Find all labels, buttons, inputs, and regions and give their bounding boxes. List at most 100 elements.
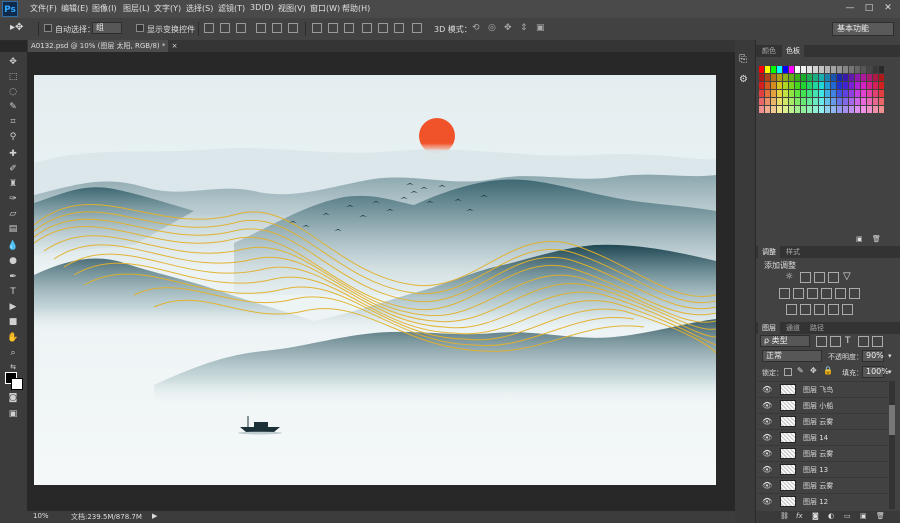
- color-swatch[interactable]: [777, 66, 782, 73]
- selective-color-icon[interactable]: [828, 304, 839, 315]
- color-swatch[interactable]: [777, 98, 782, 105]
- blend-mode-dropdown[interactable]: 正常: [762, 350, 822, 362]
- color-swatch[interactable]: [843, 106, 848, 113]
- menu-view[interactable]: 视图(V): [278, 3, 306, 14]
- hue-saturation-icon[interactable]: [779, 288, 790, 299]
- align-left-icon[interactable]: [256, 23, 266, 33]
- color-swatch[interactable]: [861, 98, 866, 105]
- invert-icon[interactable]: [786, 304, 797, 315]
- color-swatch[interactable]: [795, 90, 800, 97]
- visibility-eye-icon[interactable]: 👁: [762, 385, 772, 394]
- color-swatch[interactable]: [765, 82, 770, 89]
- color-swatch[interactable]: [843, 82, 848, 89]
- color-balance-icon[interactable]: [793, 288, 804, 299]
- color-swatch[interactable]: [879, 90, 884, 97]
- 3d-scale-icon[interactable]: ▣: [536, 23, 545, 33]
- color-swatch[interactable]: [813, 90, 818, 97]
- color-swatch[interactable]: [843, 98, 848, 105]
- color-swatch[interactable]: [855, 90, 860, 97]
- color-swatch[interactable]: [789, 74, 794, 81]
- color-swatch[interactable]: [873, 98, 878, 105]
- marquee-tool-icon[interactable]: ⬚: [6, 71, 20, 83]
- color-swatch[interactable]: [777, 82, 782, 89]
- color-swatch[interactable]: [855, 74, 860, 81]
- color-swatch[interactable]: [879, 74, 884, 81]
- layer-mask-icon[interactable]: ◙: [812, 512, 819, 520]
- color-swatch[interactable]: [849, 98, 854, 105]
- color-swatch[interactable]: [819, 90, 824, 97]
- close-tab-icon[interactable]: ×: [172, 42, 178, 50]
- tab-channels[interactable]: 通道: [782, 322, 804, 334]
- menu-edit[interactable]: 编辑(E): [61, 3, 88, 14]
- color-swatch[interactable]: [777, 90, 782, 97]
- type-tool-icon[interactable]: T: [6, 286, 20, 298]
- filter-shape-icon[interactable]: [858, 336, 869, 347]
- adjustment-layer-icon[interactable]: ◐: [828, 512, 834, 520]
- color-swatch[interactable]: [807, 82, 812, 89]
- color-swatch[interactable]: [837, 66, 842, 73]
- color-swatch[interactable]: [855, 98, 860, 105]
- 3d-rotate-icon[interactable]: ⟲: [472, 23, 480, 33]
- document-tab[interactable]: A0132.psd @ 10% (图层 太阳, RGB/8) * ×: [28, 40, 177, 52]
- delete-layer-icon[interactable]: 🗑: [876, 512, 885, 520]
- color-swatch[interactable]: [837, 82, 842, 89]
- tab-layers[interactable]: 图层: [758, 322, 780, 334]
- lock-position-icon[interactable]: ✥: [810, 366, 817, 375]
- color-swatch[interactable]: [771, 74, 776, 81]
- color-swatch[interactable]: [801, 82, 806, 89]
- color-swatch[interactable]: [879, 66, 884, 73]
- lasso-tool-icon[interactable]: ◌: [6, 86, 20, 98]
- color-swatch[interactable]: [795, 82, 800, 89]
- color-swatch[interactable]: [831, 66, 836, 73]
- color-swatch[interactable]: [879, 82, 884, 89]
- color-swatch[interactable]: [813, 106, 818, 113]
- color-swatch[interactable]: [783, 74, 788, 81]
- layer-style-icon[interactable]: fx: [796, 512, 803, 520]
- workspace-dropdown[interactable]: 基本功能: [832, 22, 894, 36]
- menu-filter[interactable]: 滤镜(T): [218, 3, 245, 14]
- filter-pixel-icon[interactable]: [816, 336, 827, 347]
- color-swatch[interactable]: [807, 90, 812, 97]
- delete-swatch-icon[interactable]: 🗑: [872, 235, 881, 243]
- color-swatch[interactable]: [855, 66, 860, 73]
- tab-adjustments[interactable]: 调整: [758, 246, 780, 258]
- move-tool-icon[interactable]: ✥: [6, 56, 20, 68]
- layer-row[interactable]: 👁 图层 飞鸟: [758, 381, 888, 397]
- visibility-eye-icon[interactable]: 👁: [762, 433, 772, 442]
- color-swatch[interactable]: [861, 106, 866, 113]
- zoom-tool-icon[interactable]: ⌕: [6, 347, 20, 359]
- hand-tool-icon[interactable]: ✋: [6, 332, 20, 344]
- color-swatch[interactable]: [759, 82, 764, 89]
- color-swatch[interactable]: [771, 90, 776, 97]
- color-swatch[interactable]: [759, 90, 764, 97]
- color-swatch[interactable]: [837, 90, 842, 97]
- fill-dropdown-arrow-icon[interactable]: ▾: [888, 368, 892, 376]
- color-swatch[interactable]: [849, 106, 854, 113]
- color-swatch[interactable]: [807, 74, 812, 81]
- color-swatch[interactable]: [867, 90, 872, 97]
- color-swatch[interactable]: [801, 74, 806, 81]
- color-swatch[interactable]: [789, 106, 794, 113]
- brightness-icon[interactable]: ☼: [785, 272, 793, 282]
- color-swatch[interactable]: [771, 66, 776, 73]
- show-transform-checkbox[interactable]: [136, 24, 144, 32]
- black-white-icon[interactable]: [807, 288, 818, 299]
- opacity-dropdown-arrow-icon[interactable]: ▾: [888, 352, 892, 360]
- layer-row[interactable]: 👁 图层 12: [758, 493, 888, 509]
- color-swatch[interactable]: [831, 74, 836, 81]
- color-swatch[interactable]: [825, 74, 830, 81]
- shape-tool-icon[interactable]: ■: [6, 316, 20, 328]
- color-swatch[interactable]: [855, 106, 860, 113]
- color-swatch[interactable]: [813, 98, 818, 105]
- color-swatch[interactable]: [867, 106, 872, 113]
- link-layers-icon[interactable]: ⛓: [780, 512, 789, 520]
- crop-tool-icon[interactable]: ⌗: [6, 116, 20, 128]
- history-panel-icon[interactable]: ⎘: [739, 54, 747, 65]
- vibrance-icon[interactable]: ▽: [843, 271, 851, 282]
- color-swatch[interactable]: [771, 106, 776, 113]
- distribute-right-icon[interactable]: [394, 23, 404, 33]
- color-swatch[interactable]: [771, 82, 776, 89]
- color-swatch[interactable]: [783, 66, 788, 73]
- tab-paths[interactable]: 路径: [806, 322, 828, 334]
- visibility-eye-icon[interactable]: 👁: [762, 417, 772, 426]
